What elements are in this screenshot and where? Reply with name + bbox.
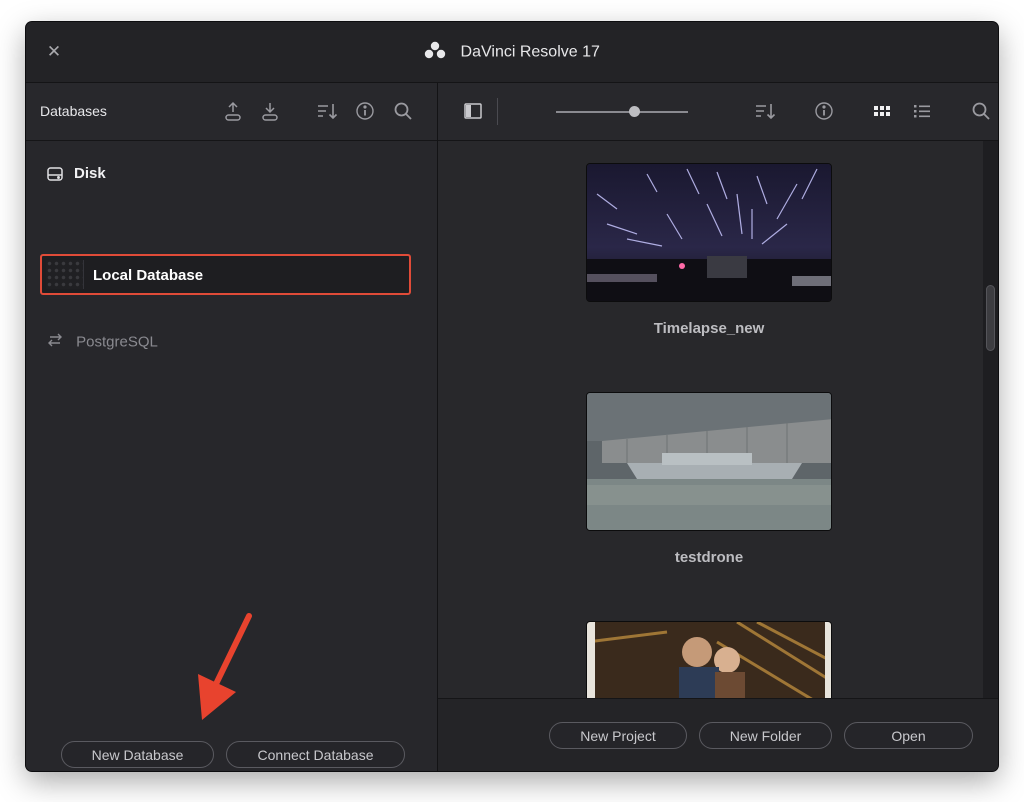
projects-panel: Timelapse_new testdrone New Project New … [438, 83, 998, 771]
section-postgresql[interactable]: PostgreSQL [46, 332, 158, 352]
projects-toolbar [438, 83, 998, 141]
search-icon[interactable] [392, 100, 414, 122]
section-postgresql-label: PostgreSQL [76, 333, 158, 351]
new-folder-button[interactable]: New Folder [699, 722, 832, 749]
list-view-icon[interactable] [911, 100, 933, 122]
open-button[interactable]: Open [844, 722, 973, 749]
database-item-local[interactable]: Local Database [40, 254, 411, 295]
annotation-arrow [198, 613, 252, 720]
new-database-button[interactable]: New Database [61, 741, 214, 768]
scrollbar-thumb[interactable] [986, 285, 995, 351]
project-name: Timelapse_new [653, 320, 765, 337]
window-title: DaVinci Resolve 17 [460, 43, 600, 61]
database-item-label: Local Database [93, 267, 204, 284]
connect-database-button[interactable]: Connect Database [226, 741, 405, 768]
project-thumbnail-night-timelapse [586, 163, 832, 302]
download-icon[interactable] [259, 100, 281, 122]
upload-icon[interactable] [222, 100, 244, 122]
projects-footer: New Project New Folder Open [438, 698, 998, 771]
project-card[interactable] [586, 621, 832, 698]
sort-icon[interactable] [754, 100, 776, 122]
davinci-logo-icon [424, 41, 446, 64]
window-title-wrap: DaVinci Resolve 17 [26, 41, 998, 63]
projects-scrollbar[interactable] [983, 141, 998, 698]
sort-icon[interactable] [316, 100, 338, 122]
davinci-project-manager-window: ✕ DaVinci Resolve 17 Databases Disk Loca… [26, 22, 998, 771]
databases-header: Databases [26, 83, 437, 141]
title-bar: ✕ DaVinci Resolve 17 [26, 22, 998, 83]
projects-grid: Timelapse_new testdrone [438, 141, 983, 698]
project-thumbnail-couple-portrait [586, 621, 832, 698]
disk-icon [46, 165, 64, 183]
thumbnail-zoom-slider[interactable] [629, 106, 640, 117]
toolbar-divider [497, 98, 498, 125]
project-card[interactable]: Timelapse_new [586, 163, 832, 337]
search-icon[interactable] [970, 100, 992, 122]
info-icon[interactable] [813, 100, 835, 122]
project-thumbnail-harbor-ship [586, 392, 832, 531]
grid-view-icon[interactable] [871, 100, 893, 122]
project-name: testdrone [674, 549, 744, 566]
project-card[interactable]: testdrone [586, 392, 832, 566]
info-icon[interactable] [354, 100, 376, 122]
sidebar-toggle-icon[interactable] [462, 100, 484, 122]
database-thumbnail [46, 260, 84, 289]
thumbnail-zoom-track[interactable] [556, 111, 688, 113]
section-disk-label: Disk [74, 165, 106, 182]
annotation-arrow-shaft [213, 613, 252, 687]
network-arrows-icon [46, 332, 64, 352]
new-project-button[interactable]: New Project [549, 722, 687, 749]
databases-title: Databases [40, 103, 107, 119]
